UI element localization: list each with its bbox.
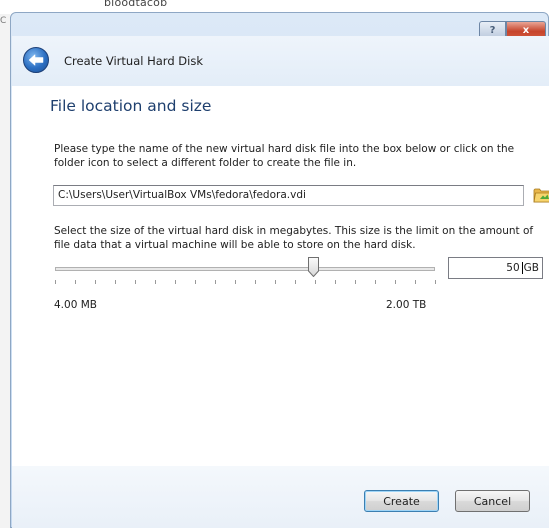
- slider-min-label: 4.00 MB: [54, 299, 97, 311]
- disk-size-input[interactable]: 50 GB: [448, 257, 543, 279]
- background-window-mark: C: [0, 16, 7, 26]
- slider-tick: [235, 280, 236, 284]
- dialog-footer: Create Cancel: [12, 466, 549, 528]
- size-instructions: Select the size of the virtual hard disk…: [54, 225, 534, 251]
- slider-thumb-icon: [308, 257, 319, 278]
- slider-tick: [255, 280, 256, 284]
- slider-tick: [95, 280, 96, 284]
- disk-size-slider[interactable]: [55, 254, 437, 286]
- dialog-header: Create Virtual Hard Disk: [12, 36, 549, 86]
- wizard-page: File location and size Please type the n…: [12, 86, 549, 466]
- file-path-input[interactable]: C:\Users\User\VirtualBox VMs\fedora\fedo…: [53, 185, 524, 206]
- slider-track: [55, 267, 435, 271]
- slider-tick: [275, 280, 276, 284]
- slider-tick: [315, 280, 316, 284]
- help-button-label: ?: [489, 25, 496, 36]
- slider-tick: [55, 280, 56, 284]
- slider-tick: [155, 280, 156, 284]
- back-button[interactable]: [23, 47, 49, 73]
- cancel-button-label: Cancel: [473, 494, 512, 508]
- slider-tick: [435, 280, 436, 284]
- create-button-label: Create: [383, 494, 420, 508]
- slider-ticks: [55, 280, 437, 286]
- back-arrow-icon: [28, 54, 44, 66]
- create-button[interactable]: Create: [364, 490, 439, 512]
- slider-tick: [395, 280, 396, 284]
- text-caret: [521, 262, 523, 274]
- slider-max-label: 2.00 TB: [386, 299, 427, 311]
- slider-tick: [195, 280, 196, 284]
- slider-tick: [335, 280, 336, 284]
- slider-tick: [375, 280, 376, 284]
- close-icon: x: [522, 25, 530, 36]
- slider-tick: [75, 280, 76, 284]
- dialog-title: Create Virtual Hard Disk: [64, 54, 203, 68]
- background-window-text: bloodtacob: [104, 0, 168, 9]
- slider-tick: [215, 280, 216, 284]
- folder-icon: [533, 188, 549, 203]
- section-title: File location and size: [50, 97, 212, 115]
- slider-tick: [355, 280, 356, 284]
- background-window-edge: C: [0, 14, 10, 528]
- slider-tick: [295, 280, 296, 284]
- choose-folder-button[interactable]: [533, 186, 549, 204]
- disk-size-unit: GB: [523, 262, 539, 274]
- slider-tick: [415, 280, 416, 284]
- slider-thumb[interactable]: [308, 257, 319, 278]
- disk-size-value: 50: [506, 262, 520, 274]
- location-instructions: Please type the name of the new virtual …: [54, 143, 515, 169]
- slider-tick: [135, 280, 136, 284]
- slider-tick: [175, 280, 176, 284]
- cancel-button[interactable]: Cancel: [455, 490, 530, 512]
- slider-tick: [115, 280, 116, 284]
- file-path-value: C:\Users\User\VirtualBox VMs\fedora\fedo…: [58, 189, 306, 201]
